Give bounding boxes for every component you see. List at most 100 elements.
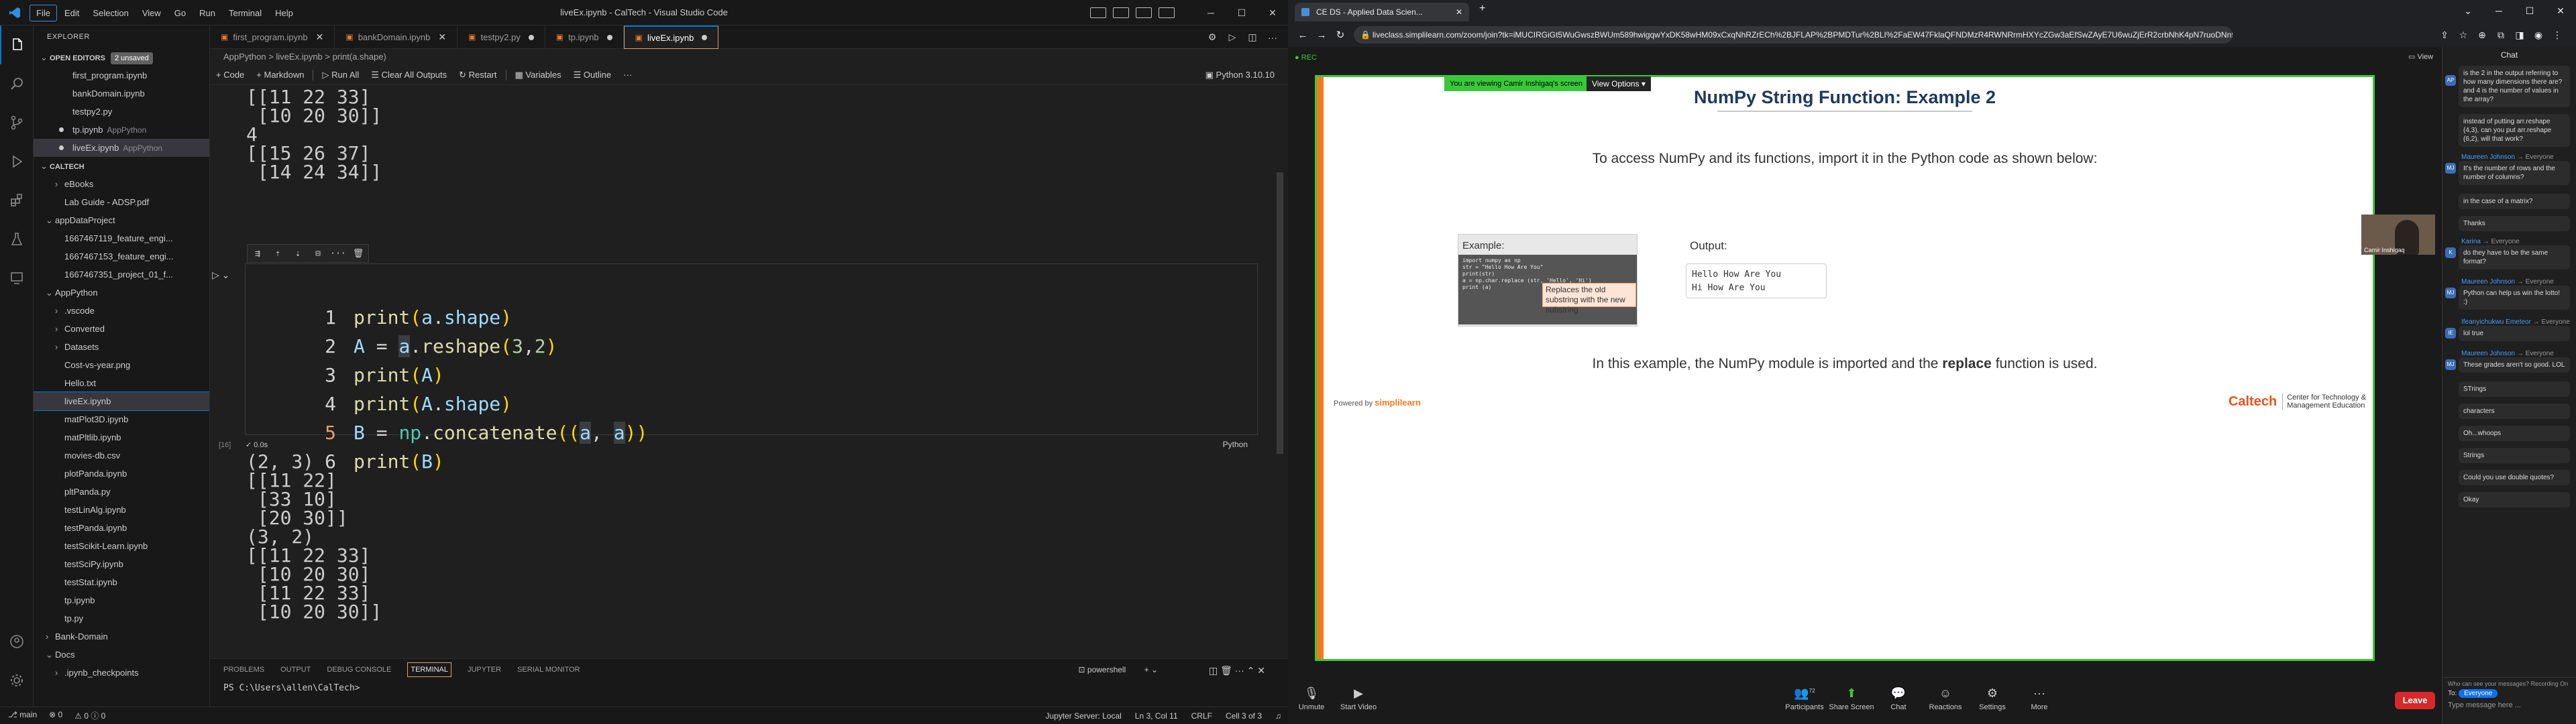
new-tab-icon[interactable]: + — [1479, 3, 1485, 15]
back-icon[interactable]: ← — [1293, 29, 1312, 41]
minimize-icon[interactable]: ─ — [2483, 0, 2514, 21]
tree-item-file[interactable]: 1667467153_feature_engi... — [34, 247, 209, 265]
code-editor[interactable]: 1 print(a.shape) 2A = a.reshape(3,2) 3 pri… — [309, 274, 647, 476]
minimize-icon[interactable]: ─ — [1195, 7, 1226, 18]
status-right-item[interactable]: Jupyter Server: Local — [1045, 711, 1121, 721]
extension-icon[interactable]: ⊕ — [2473, 26, 2491, 44]
tree-item-file[interactable]: testScikit-Learn.ipynb — [34, 537, 209, 555]
panel-tab-jupyter[interactable]: JUPYTER — [468, 663, 501, 676]
browser-tab[interactable]: CE DS - Applied Data Scien... ✕ — [1295, 3, 1469, 21]
tree-item-file[interactable]: testStat.ipynb — [34, 573, 209, 591]
source-control-icon[interactable] — [0, 103, 34, 142]
close-icon[interactable]: ✕ — [2545, 0, 2576, 21]
tree-item-file[interactable]: Hello.txt — [34, 374, 209, 392]
toggle-sidebar-icon[interactable] — [1090, 7, 1106, 18]
terminal-shell[interactable]: ⊡ powershell + ⌄ — [1079, 662, 1159, 677]
tree-item-folder[interactable]: › .ipynb_checkpoints — [34, 664, 209, 682]
share-screen-button[interactable]: ⬆ Share Screen — [1828, 686, 1875, 711]
status-right-item[interactable]: Ln 3, Col 11 — [1135, 711, 1178, 721]
maximize-icon[interactable]: ☐ — [2514, 0, 2545, 21]
reactions-button[interactable]: ☺ Reactions — [1922, 686, 1969, 711]
participants-button[interactable]: 👥72 Participants — [1781, 686, 1828, 711]
tree-item-file[interactable]: Cost-vs-year.png — [34, 356, 209, 374]
tree-item-file[interactable]: tp.py — [34, 609, 209, 627]
clear-outputs-button[interactable]: ☰ Clear All Outputs — [365, 70, 453, 80]
run-cell-icon[interactable]: ▷ ⌄ — [212, 269, 229, 281]
leave-button[interactable]: Leave — [2395, 692, 2435, 709]
workspace-header[interactable]: ⌄ CALTECH — [34, 157, 209, 175]
video-thumbnail[interactable]: Camir Inshigaq — [2361, 215, 2435, 255]
address-bar[interactable]: 🔒 liveclass.simplilearn.com/zoom/join?tk… — [1354, 26, 2233, 44]
editor-tab[interactable]: ▣ first_program.ipynb ✕ — [210, 25, 335, 49]
maximize-icon[interactable]: ☐ — [1226, 7, 1257, 19]
share-icon[interactable]: ⇪ — [2435, 26, 2454, 44]
status-left-item[interactable]: ⊗ 0 — [49, 710, 62, 721]
tree-item-folder[interactable]: › eBooks — [34, 175, 209, 193]
remote-explorer-icon[interactable] — [0, 259, 34, 298]
tree-item-folder[interactable]: ⌄ appDataProject — [34, 211, 209, 229]
gear-icon[interactable]: ⚙ — [1202, 32, 1222, 43]
tree-item-file[interactable]: Lab Guide - ADSP.pdf — [34, 193, 209, 211]
editor-tab[interactable]: ▣ testpy2.py — [458, 25, 545, 49]
add-markdown-button[interactable]: + Markdown — [250, 70, 310, 80]
chat-recipient[interactable]: To: Everyone — [2443, 689, 2576, 698]
editor-tab[interactable]: ▣ bankDomain.ipynb ✕ — [335, 25, 458, 49]
tree-item-folder[interactable]: › Converted — [34, 320, 209, 338]
settings-button[interactable]: ⚙ Settings — [1969, 686, 2016, 711]
tree-item-folder[interactable]: › Bank-Domain — [34, 627, 209, 646]
tree-item-file[interactable]: plotPanda.ipynb — [34, 465, 209, 483]
run-icon[interactable]: ▷ — [1222, 32, 1242, 43]
tab-close-icon[interactable]: ✕ — [1456, 3, 1462, 21]
editor-tab[interactable]: ▣ liveEx.ipynb — [623, 25, 719, 49]
view-button[interactable]: ▭ View — [2408, 52, 2433, 61]
more-button[interactable]: ··· More — [2016, 686, 2063, 711]
browser-menu-icon[interactable]: ⋮ — [2548, 26, 2567, 44]
menu-edit[interactable]: Edit — [58, 5, 85, 21]
extensions-puzzle-icon[interactable]: ⧉ — [2491, 26, 2510, 44]
panel-tab-terminal[interactable]: TERMINAL — [407, 662, 451, 677]
unsaved-dot-icon[interactable] — [606, 34, 612, 40]
tree-item-file[interactable]: pltPanda.py — [34, 483, 209, 501]
open-editor-item[interactable]: tp.ipynb AppPython — [34, 121, 209, 139]
reload-icon[interactable]: ↻ — [1331, 29, 1350, 41]
tree-item-file[interactable]: tp.ipynb — [34, 591, 209, 609]
customize-layout-icon[interactable] — [1159, 7, 1175, 18]
open-editor-item[interactable]: testpy2.py — [34, 103, 209, 121]
open-editor-item[interactable]: bankDomain.ipynb — [34, 84, 209, 103]
close-icon[interactable]: ✕ — [1257, 7, 1288, 19]
panel-tab-problems[interactable]: PROBLEMS — [223, 663, 264, 676]
tree-item-file[interactable]: matPlot3D.ipynb — [34, 410, 209, 428]
testing-icon[interactable] — [0, 220, 34, 259]
tree-item-folder[interactable]: ⌄ AppPython — [34, 284, 209, 302]
menu-view[interactable]: View — [136, 5, 167, 21]
chat-input[interactable]: Type message here ... — [2443, 697, 2576, 713]
cell-language[interactable]: Python — [1223, 440, 1248, 449]
settings-gear-icon[interactable] — [0, 661, 34, 700]
tab-close-icon[interactable]: ✕ — [438, 25, 446, 49]
more-actions-icon[interactable]: ··· — [1263, 32, 1283, 43]
panel-tab-serial-monitor[interactable]: SERIAL MONITOR — [517, 663, 580, 676]
tree-item-file[interactable]: matPltlib.ipynb — [34, 428, 209, 446]
tree-item-folder[interactable]: › .vscode — [34, 302, 209, 320]
extensions-icon[interactable] — [0, 181, 34, 220]
tree-item-file[interactable]: 1667467351_project_01_f... — [34, 265, 209, 284]
scrollbar[interactable] — [1277, 172, 1283, 454]
tree-item-file[interactable]: 1667467119_feature_engi... — [34, 229, 209, 247]
split-editor-icon[interactable]: ◫ — [1242, 32, 1263, 43]
status-right-item[interactable]: Cell 3 of 3 — [1226, 711, 1262, 721]
add-code-button[interactable]: + Code — [210, 70, 250, 80]
split-cell-icon[interactable]: ⊟ — [308, 249, 328, 259]
variables-button[interactable]: ▦ Variables — [509, 70, 568, 80]
tree-item-folder[interactable]: › Datasets — [34, 338, 209, 356]
code-cell[interactable]: ▷ ⌄ 1 print(a.shape) 2A = a.reshape(3,2) … — [212, 263, 1258, 473]
terminal-prompt[interactable]: PS C:\Users\allen\CalTech> — [210, 683, 1288, 693]
unmute-button[interactable]: 🎙 Unmute — [1288, 686, 1335, 711]
tree-item-file[interactable]: testLinAlg.ipynb — [34, 501, 209, 519]
tab-close-icon[interactable]: ✕ — [316, 25, 324, 49]
run-all-button[interactable]: ▷ Run All — [316, 70, 365, 80]
toggle-panel-icon[interactable] — [1113, 7, 1129, 18]
menu-terminal[interactable]: Terminal — [223, 5, 268, 21]
cell-more-icon[interactable]: ··· — [328, 249, 348, 259]
status-left-item[interactable]: ⎇ main — [8, 710, 37, 721]
menu-go[interactable]: Go — [168, 5, 192, 21]
